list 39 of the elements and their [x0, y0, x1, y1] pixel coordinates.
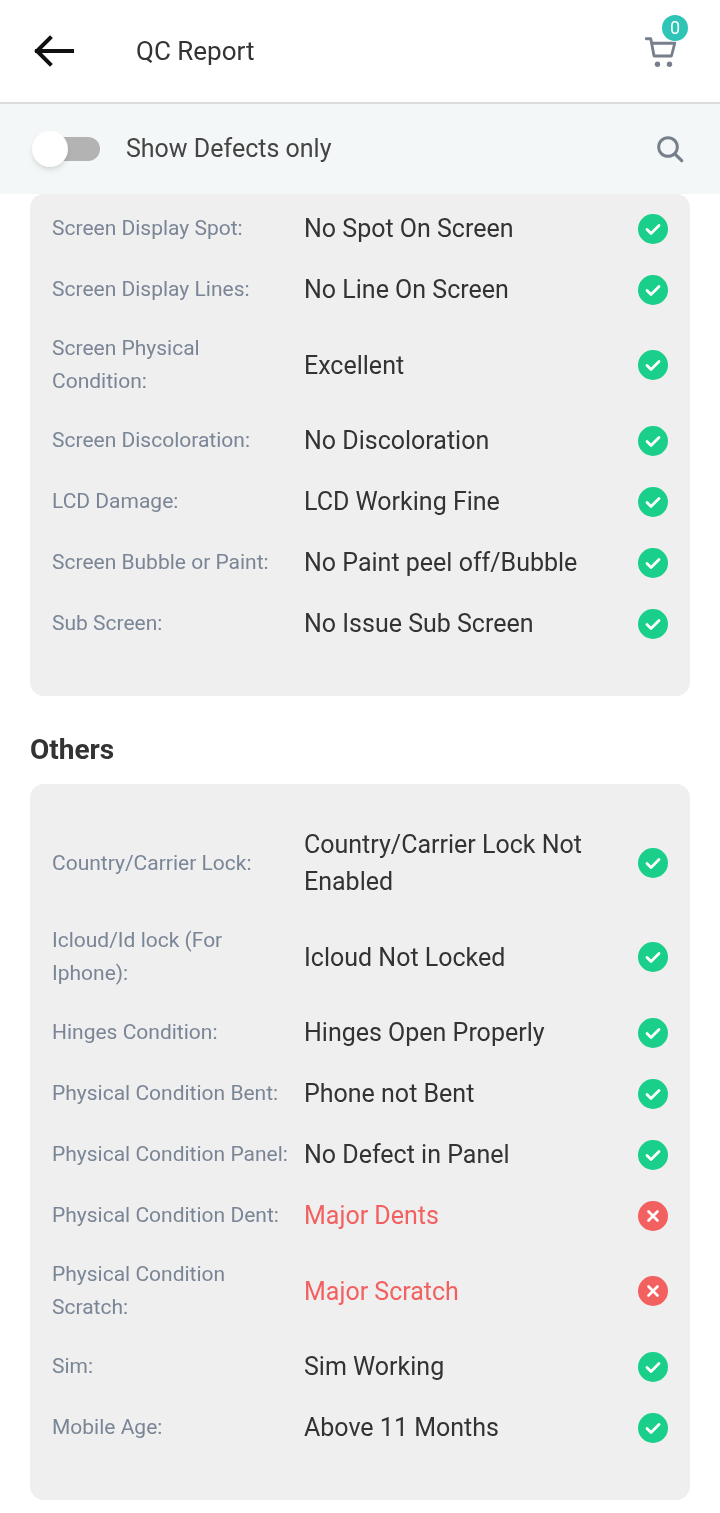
field-value: Major Scratch — [304, 1275, 460, 1308]
field-value: Phone not Bent — [304, 1078, 476, 1110]
field-label: Icloud/Id lock (For Iphone): — [52, 927, 224, 987]
field-value: Country/Carrier Lock Not Enabled — [304, 829, 583, 898]
field-value: Hinges Open Properly — [304, 1017, 546, 1049]
field-value: Excellent — [304, 349, 406, 382]
field-value: No Issue Sub Screen — [304, 608, 535, 640]
page-title: QC Report — [136, 34, 255, 68]
field-value: No Defect in Panel — [304, 1139, 511, 1171]
field-label: Hinges Condition: — [52, 1019, 219, 1046]
field-label: Physical Condition Bent: — [52, 1080, 280, 1107]
field-label: Screen Discoloration: — [52, 427, 251, 454]
field-label: Screen Physical Condition: — [52, 335, 201, 395]
field-value: LCD Working Fine — [304, 486, 501, 518]
field-label: Screen Display Spot: — [52, 215, 244, 242]
field-label: Sub Screen: — [52, 610, 164, 637]
field-value: No Line On Screen — [304, 274, 510, 306]
cart-count-badge: 0 — [662, 15, 688, 41]
field-value: Above 11 Months — [304, 1412, 500, 1444]
field-label: Physical Condition Scratch: — [52, 1261, 227, 1321]
field-label: Physical Condition Dent: — [52, 1202, 280, 1229]
field-value: Sim Working — [304, 1351, 446, 1383]
field-value: Icloud Not Locked — [304, 941, 507, 974]
toggle-switch[interactable] — [32, 131, 102, 167]
back-icon[interactable] — [32, 35, 74, 67]
field-value: No Paint peel off/Bubble — [304, 547, 579, 579]
field-value: Major Dents — [304, 1200, 440, 1232]
field-label: Country/Carrier Lock: — [52, 849, 253, 877]
section-title: Others — [30, 732, 116, 768]
field-label: Sim: — [52, 1353, 95, 1380]
field-label: Screen Display Lines: — [52, 276, 251, 303]
filter-label: Show Defects only — [126, 133, 332, 166]
field-value: No Discoloration — [304, 425, 491, 457]
field-label: Mobile Age: — [52, 1414, 164, 1441]
field-label: LCD Damage: — [52, 488, 180, 515]
field-label: Physical Condition Panel: — [52, 1141, 288, 1168]
field-label: Screen Bubble or Paint: — [52, 549, 270, 576]
search-icon[interactable] — [654, 133, 686, 165]
field-value: No Spot On Screen — [304, 213, 515, 245]
